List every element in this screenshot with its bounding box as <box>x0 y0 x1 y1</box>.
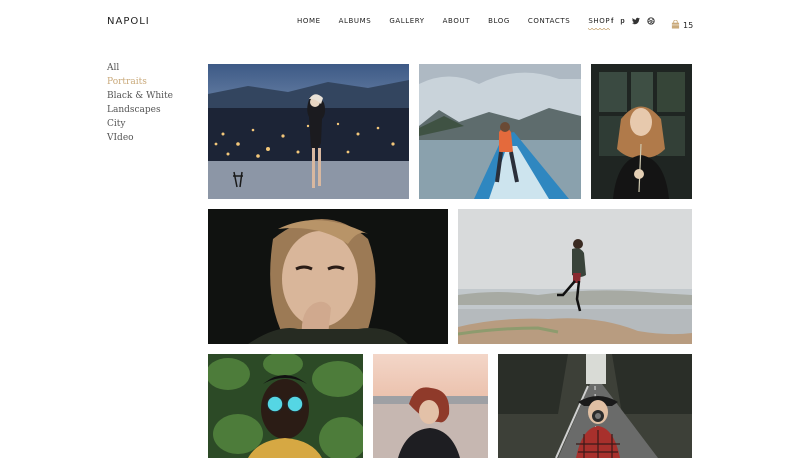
main-nav: HOME ALBUMS GALLERY ABOUT BLOG CONTACTS … <box>297 17 628 31</box>
twitter-icon[interactable] <box>631 17 640 28</box>
gallery-photo-woman-sunset-beach[interactable] <box>373 354 488 458</box>
nav-albums[interactable]: ALBUMS <box>339 17 372 26</box>
category-filter: All Portraits Black & White Landscapes C… <box>107 61 173 145</box>
site-logo[interactable]: NAPOLI <box>107 16 150 27</box>
filter-all[interactable]: All <box>107 61 173 75</box>
nav-home[interactable]: HOME <box>297 17 321 26</box>
filter-black-white[interactable]: Black & White <box>107 89 173 103</box>
gallery-photo-rooftop-city[interactable] <box>208 64 409 199</box>
filter-city[interactable]: City <box>107 117 173 131</box>
nav-gallery[interactable]: GALLERY <box>389 17 424 26</box>
cart[interactable]: 15 <box>671 16 693 34</box>
gallery-photo-woman-flower-window[interactable] <box>591 64 692 199</box>
nav-contacts[interactable]: CONTACTS <box>528 17 570 26</box>
gallery-photo-boat-lake[interactable] <box>419 64 581 199</box>
cart-count: 15 <box>683 20 694 30</box>
filter-video[interactable]: VIdeo <box>107 131 173 145</box>
filter-portraits[interactable]: Portraits <box>107 75 173 89</box>
nav-blog[interactable]: BLOG <box>488 17 510 26</box>
nav-about[interactable]: ABOUT <box>443 17 470 26</box>
dribbble-icon[interactable] <box>646 17 655 28</box>
gallery-photo-woman-closeup[interactable] <box>208 209 448 344</box>
nav-shop[interactable]: SHOP <box>588 17 611 31</box>
gallery-photo-man-sunglasses[interactable] <box>208 354 363 458</box>
gallery-photo-woman-camera-road[interactable] <box>498 354 692 458</box>
social-links: f p <box>611 17 655 28</box>
filter-landscapes[interactable]: Landscapes <box>107 103 173 117</box>
pinterest-icon[interactable]: p <box>620 17 624 28</box>
facebook-icon[interactable]: f <box>611 17 613 28</box>
shopping-bag-icon <box>671 16 680 34</box>
gallery-photo-woman-jumping[interactable] <box>458 209 692 344</box>
